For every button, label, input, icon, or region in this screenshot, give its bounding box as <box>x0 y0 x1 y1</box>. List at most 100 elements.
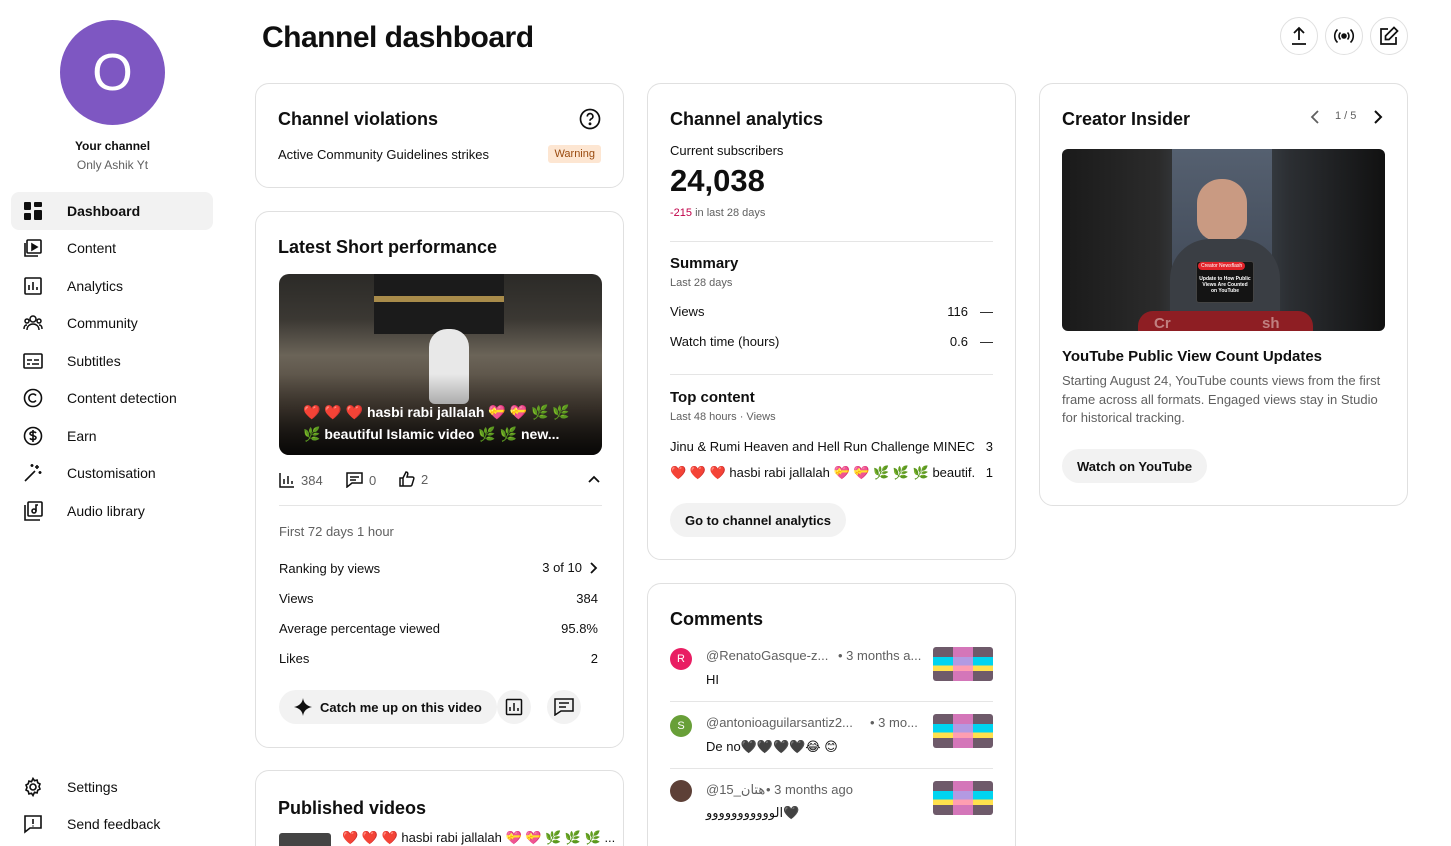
views-count: 384 <box>301 472 323 488</box>
upload-button[interactable] <box>1280 17 1318 55</box>
likes-stat: 2 <box>399 471 428 487</box>
creator-insider-card: Creator Insider 1 / 5 Cr sh Creator News… <box>1039 83 1408 506</box>
help-button[interactable] <box>579 108 601 130</box>
sidebar-item-label: Dashboard <box>67 203 141 219</box>
sidebar-item-label: Subtitles <box>67 353 121 369</box>
channel-avatar[interactable]: O <box>60 20 165 125</box>
sidebar-item-dashboard[interactable]: Dashboard <box>11 192 213 230</box>
comment-text: HI <box>706 672 719 687</box>
short-thumbnail[interactable]: ❤️ ❤️ ❤️ hasbi rabi jallalah 💝 💝 🌿 🌿 🌿 b… <box>279 274 602 455</box>
short-title-line2: 🌿 beautiful Islamic video 🌿 🌿 new... <box>303 426 560 442</box>
video-thumbnail[interactable] <box>279 833 331 846</box>
sidebar-item-label: Send feedback <box>67 816 161 832</box>
create-post-icon <box>1379 26 1399 46</box>
insider-description: Starting August 24, YouTube counts views… <box>1062 373 1381 425</box>
dashboard-icon <box>23 201 43 221</box>
commenter-avatar[interactable]: S <box>670 715 692 737</box>
sidebar-item-settings[interactable]: Settings <box>11 768 213 806</box>
comments-count: 0 <box>369 472 377 488</box>
strikes-label: Active Community Guidelines strikes <box>278 147 489 162</box>
likes-label: Likes <box>279 651 310 666</box>
subscribers-label: Current subscribers <box>670 143 784 158</box>
upload-icon <box>1289 26 1309 46</box>
subscribers-change: -215 in last 28 days <box>670 207 765 219</box>
thumb-bg-text-left: Cr <box>1154 315 1171 331</box>
summary-title: Summary <box>670 255 739 272</box>
sidebar-item-label: Content <box>67 240 117 256</box>
comment-time: • 3 mo... <box>870 715 918 730</box>
sidebar-item-content-detection[interactable]: Content detection <box>11 379 213 417</box>
comment-icon <box>346 472 363 488</box>
comments-card: Comments R @RenatoGasque-z... • 3 months… <box>647 583 1016 846</box>
thumbs-up-icon <box>399 471 415 487</box>
sidebar-item-content[interactable]: Content <box>11 229 213 267</box>
subtitles-icon <box>23 351 43 371</box>
ranking-link[interactable]: 3 of 10 <box>542 560 598 575</box>
newsflash-badge: Creator Newsflash <box>1198 262 1246 270</box>
catch-me-up-button[interactable]: Catch me up on this video <box>279 690 497 724</box>
short-title-line1: ❤️ ❤️ ❤️ hasbi rabi jallalah 💝 💝 🌿 🌿 <box>303 404 570 420</box>
sidebar-item-audio-library[interactable]: Audio library <box>11 492 213 530</box>
next-button[interactable] <box>1371 110 1383 124</box>
sidebar-item-community[interactable]: Community <box>11 304 213 342</box>
dollar-icon <box>23 426 43 446</box>
short-comments-button[interactable] <box>547 690 581 724</box>
sidebar-item-label: Content detection <box>67 390 177 406</box>
comment-text: De no🖤🖤🖤🖤😂 😊 <box>706 739 838 754</box>
views-label: Views <box>279 591 314 606</box>
comment-time: • 3 months a... <box>838 648 922 663</box>
top-content-item[interactable]: Jinu & Rumi Heaven and Hell Run Challeng… <box>670 439 975 454</box>
comment-author[interactable]: @antonioaguilarsantiz2... <box>706 715 853 730</box>
go-live-button[interactable] <box>1325 17 1363 55</box>
subscribers-value: 24,038 <box>670 163 765 198</box>
analytics-icon <box>505 698 523 716</box>
watch-time-value: 0.6 <box>949 334 968 349</box>
sidebar-item-earn[interactable]: Earn <box>11 417 213 455</box>
commenter-avatar[interactable]: R <box>670 648 692 670</box>
comment-video-thumbnail[interactable] <box>933 714 993 748</box>
magic-wand-icon <box>23 463 43 483</box>
insider-video-thumbnail[interactable]: Cr sh Creator Newsflash Update to How Pu… <box>1062 149 1385 331</box>
go-to-analytics-button[interactable]: Go to channel analytics <box>670 503 846 537</box>
likes-count: 2 <box>421 471 429 487</box>
top-content-title: Top content <box>670 389 755 406</box>
short-analytics-button[interactable] <box>497 690 531 724</box>
copyright-icon <box>23 388 43 408</box>
previous-button[interactable] <box>1310 110 1322 124</box>
commenter-avatar[interactable] <box>670 780 692 802</box>
comment-video-thumbnail[interactable] <box>933 781 993 815</box>
sidebar-item-customisation[interactable]: Customisation <box>11 454 213 492</box>
comment-video-thumbnail[interactable] <box>933 647 993 681</box>
collapse-button[interactable] <box>587 472 601 486</box>
views-trend: — <box>980 304 993 319</box>
insider-video-title[interactable]: YouTube Public View Count Updates <box>1062 348 1322 365</box>
card-title: Comments <box>670 609 764 629</box>
ranking-value: 3 of 10 <box>542 560 582 575</box>
sidebar-item-label: Community <box>67 315 138 331</box>
sidebar-item-analytics[interactable]: Analytics <box>11 267 213 305</box>
sparkle-icon <box>294 698 312 716</box>
create-post-button[interactable] <box>1370 17 1408 55</box>
sidebar: O Your channel Only Ashik Yt Dashboard C… <box>0 0 225 846</box>
avg-viewed-label: Average percentage viewed <box>279 621 440 636</box>
likes-value: 2 <box>590 651 598 666</box>
page-title: Channel dashboard <box>262 21 534 54</box>
bar-chart-icon <box>279 472 295 488</box>
thumb-bg-text-right: sh <box>1262 315 1280 331</box>
published-video-title[interactable]: ❤️ ❤️ ❤️ hasbi rabi jallalah 💝 💝 🌿 🌿 🌿 .… <box>342 830 615 846</box>
comment-author[interactable]: @RenatoGasque-z... <box>706 648 828 663</box>
watch-on-youtube-button[interactable]: Watch on YouTube <box>1062 449 1208 483</box>
analytics-icon <box>23 276 43 296</box>
sidebar-item-label: Earn <box>67 428 97 444</box>
channel-violations-card: Channel violations Active Community Guid… <box>255 83 624 188</box>
chevron-right-icon <box>1371 110 1383 124</box>
tablet-text: Update to How Public Views Are Counted o… <box>1199 276 1251 294</box>
top-content-item[interactable]: ❤️ ❤️ ❤️ hasbi rabi jallalah 💝 💝 🌿 🌿 🌿 b… <box>670 465 975 481</box>
published-videos-card: Published videos ❤️ ❤️ ❤️ hasbi rabi jal… <box>255 770 624 846</box>
change-suffix: in last 28 days <box>695 207 766 219</box>
ranking-label: Ranking by views <box>279 561 381 576</box>
comment-author[interactable]: @15_هتان <box>706 782 765 798</box>
sidebar-item-send-feedback[interactable]: Send feedback <box>11 805 213 843</box>
sidebar-item-subtitles[interactable]: Subtitles <box>11 342 213 380</box>
top-content-period: Last 48 hours · Views <box>670 411 776 423</box>
